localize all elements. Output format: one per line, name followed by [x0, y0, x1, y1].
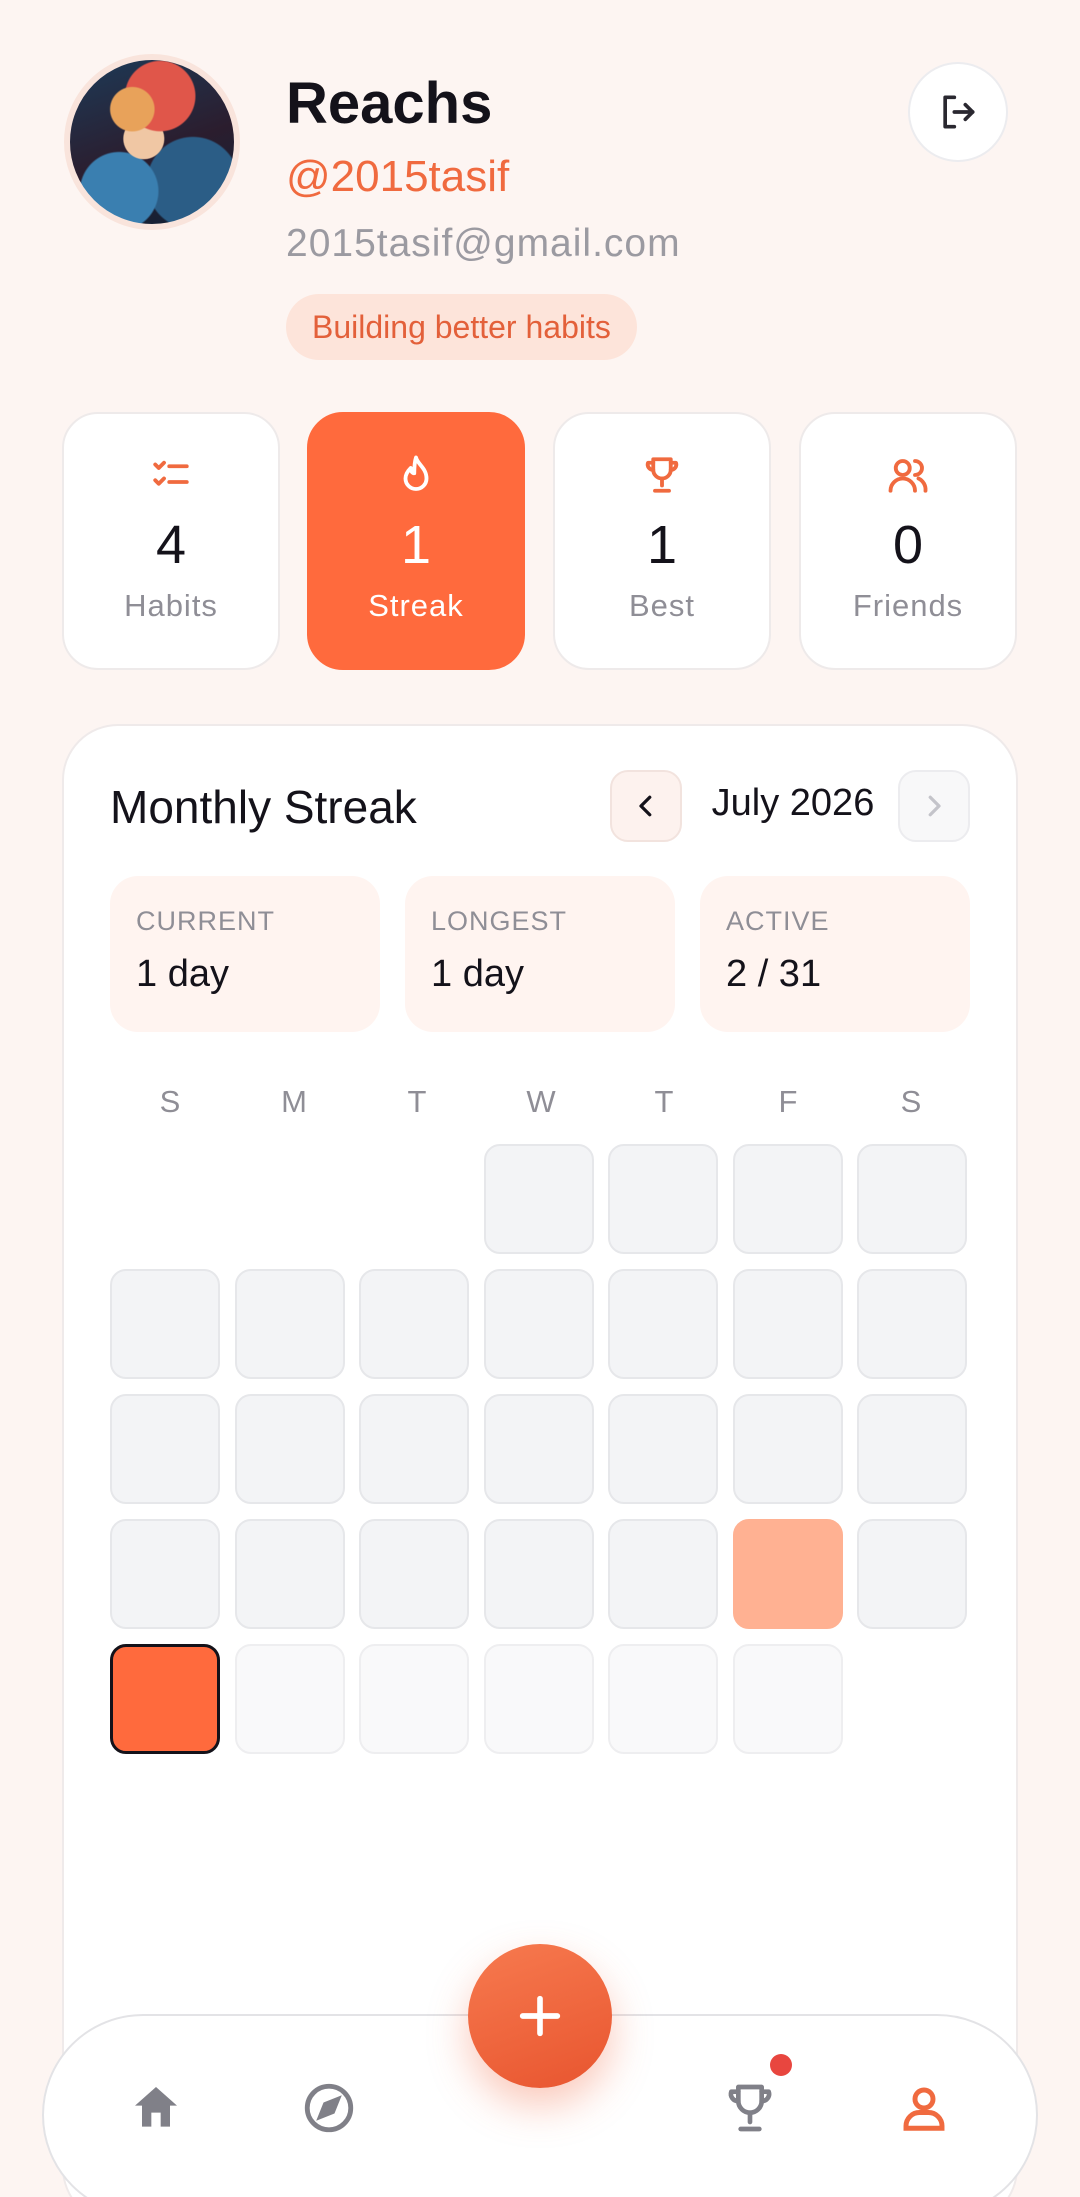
calendar-day[interactable] — [110, 1519, 220, 1629]
weekday-label: S — [900, 1084, 922, 1119]
weekday-label: F — [778, 1084, 798, 1119]
bio-badge: Building better habits — [286, 294, 637, 360]
calendar-day[interactable] — [483, 1394, 594, 1504]
calendar-day[interactable] — [857, 1269, 967, 1379]
calendar-day[interactable] — [110, 1269, 220, 1379]
calendar-day[interactable] — [608, 1644, 718, 1754]
weekday-label: T — [407, 1084, 427, 1119]
calendar-day[interactable] — [608, 1394, 718, 1504]
checklist-icon — [153, 460, 189, 486]
stat-card-best[interactable]: 1 Best — [553, 412, 771, 670]
longest-streak-value: 1 day — [431, 953, 524, 995]
longest-streak-box: LONGEST 1 day — [405, 876, 675, 1032]
stat-card-streak[interactable]: 1 Streak — [307, 412, 525, 670]
calendar-day[interactable] — [110, 1394, 220, 1504]
plus-icon — [519, 1995, 561, 2037]
trophy-icon — [728, 2084, 772, 2132]
stat-value: 4 — [155, 515, 187, 575]
calendar-day[interactable] — [732, 1519, 843, 1629]
calendar-day-today[interactable] — [110, 1644, 220, 1754]
calendar-day[interactable] — [359, 1394, 469, 1504]
calendar-day[interactable] — [359, 1519, 469, 1629]
calendar-day[interactable] — [608, 1269, 718, 1379]
calendar-day[interactable] — [234, 1519, 345, 1629]
stat-label: Habits — [124, 588, 218, 623]
calendar-day[interactable] — [359, 1269, 469, 1379]
friends-icon — [888, 459, 928, 493]
calendar-day[interactable] — [234, 1644, 345, 1754]
logout-icon — [943, 95, 975, 129]
stat-value: 1 — [646, 515, 678, 575]
calendar-day[interactable] — [483, 1144, 594, 1254]
calendar-day[interactable] — [234, 1269, 345, 1379]
longest-streak-label: LONGEST — [431, 906, 568, 936]
home-icon — [135, 2087, 177, 2127]
add-habit-button[interactable] — [468, 1944, 612, 2088]
nav-home[interactable] — [116, 2068, 196, 2148]
profile-icon — [903, 2087, 945, 2131]
weekday-label: W — [526, 1084, 556, 1119]
weekday-label: T — [654, 1084, 674, 1119]
calendar-day[interactable] — [608, 1144, 718, 1254]
stat-value: 0 — [892, 515, 924, 575]
month-label: July 2026 — [711, 782, 875, 824]
profile-email: 2015tasif@gmail.com — [286, 222, 681, 265]
prev-month-button[interactable] — [610, 770, 682, 842]
stat-value: 1 — [400, 515, 432, 575]
profile-handle: @2015tasif — [286, 152, 510, 201]
calendar-day[interactable] — [234, 1394, 345, 1504]
calendar-day[interactable] — [359, 1644, 469, 1754]
calendar-day[interactable] — [857, 1144, 967, 1254]
active-days-label: ACTIVE — [726, 906, 830, 936]
calendar-day[interactable] — [483, 1269, 594, 1379]
current-streak-box: CURRENT 1 day — [110, 876, 380, 1032]
calendar-day[interactable] — [608, 1519, 718, 1629]
calendar-day[interactable] — [732, 1144, 843, 1254]
chevron-left-icon — [639, 795, 652, 817]
active-days-value: 2 / 31 — [726, 953, 822, 995]
avatar[interactable] — [64, 54, 240, 230]
stat-label: Streak — [368, 588, 464, 623]
nav-profile[interactable] — [884, 2068, 964, 2148]
trophy-icon — [645, 457, 679, 493]
calendar-day[interactable] — [732, 1644, 843, 1754]
current-streak-label: CURRENT — [136, 906, 275, 936]
weekday-label: S — [159, 1084, 181, 1119]
calendar-day[interactable] — [732, 1394, 843, 1504]
compass-icon — [304, 2083, 354, 2133]
stat-card-habits[interactable]: 4 Habits — [62, 412, 280, 670]
card-title: Monthly Streak — [110, 781, 417, 833]
calendar-day[interactable] — [857, 1519, 967, 1629]
active-days-box: ACTIVE 2 / 31 — [700, 876, 970, 1032]
weekday-label: M — [281, 1084, 307, 1119]
profile-name: Reachs — [286, 71, 493, 136]
bio-text: Building better habits — [312, 308, 611, 345]
calendar-day[interactable] — [483, 1519, 594, 1629]
flame-icon — [403, 455, 429, 491]
calendar-day[interactable] — [483, 1644, 594, 1754]
nav-explore[interactable] — [289, 2068, 369, 2148]
current-streak-value: 1 day — [136, 953, 229, 995]
calendar-day[interactable] — [732, 1269, 843, 1379]
stat-label: Best — [628, 588, 696, 623]
notification-dot — [770, 2054, 792, 2076]
chevron-right-icon — [928, 795, 941, 817]
calendar-day[interactable] — [857, 1394, 967, 1504]
next-month-button[interactable] — [898, 770, 970, 842]
logout-button[interactable] — [908, 62, 1008, 162]
stat-card-friends[interactable]: 0 Friends — [799, 412, 1017, 670]
stat-label: Friends — [852, 588, 964, 623]
nav-challenges[interactable] — [710, 2068, 790, 2148]
